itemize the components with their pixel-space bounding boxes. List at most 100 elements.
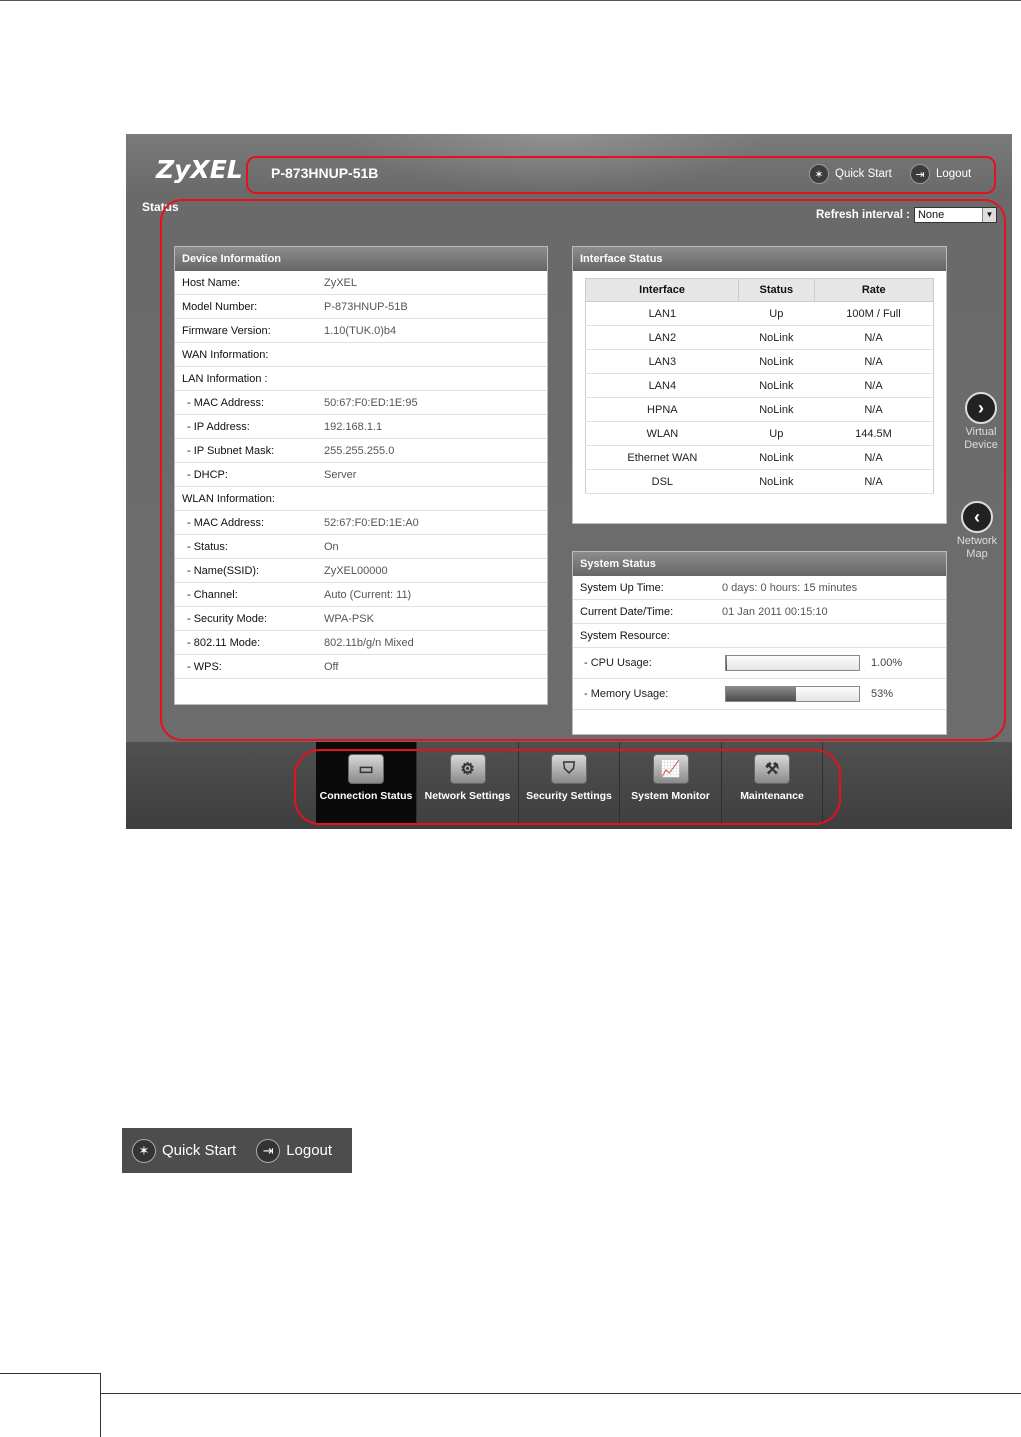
inset-quick-start[interactable]: ✶ Quick Start bbox=[132, 1138, 237, 1163]
table-row: LAN1 Up 100M / Full bbox=[585, 301, 934, 326]
table-cell: N/A bbox=[814, 325, 934, 350]
zyxel-logo: ZyXEL bbox=[156, 155, 243, 184]
row-label: - Name(SSID): bbox=[187, 564, 260, 577]
model-name: P-873HNUP-51B bbox=[271, 165, 379, 181]
table-row: LAN3 NoLink N/A bbox=[585, 349, 934, 374]
row-value: On bbox=[324, 540, 339, 553]
row-value: Off bbox=[324, 660, 339, 673]
interface-status-panel: Interface Status Interface Status Rate LAN… bbox=[572, 246, 947, 524]
table-row: DSL NoLink N/A bbox=[585, 469, 934, 494]
logout-button[interactable]: ⇥ Logout bbox=[910, 163, 971, 185]
device-info-row: - IP Subnet Mask: 255.255.255.0 bbox=[175, 439, 547, 463]
table-cell: NoLink bbox=[738, 397, 814, 422]
row-label: - Security Mode: bbox=[187, 612, 268, 625]
device-info-row: - DHCP: Server bbox=[175, 463, 547, 487]
memory-usage-row: - Memory Usage: 53% bbox=[573, 679, 946, 710]
row-label: System Up Time: bbox=[580, 581, 664, 594]
column-header: Rate bbox=[813, 278, 934, 302]
row-label: Model Number: bbox=[182, 300, 258, 313]
device-info-row: - Channel: Auto (Current: 11) bbox=[175, 583, 547, 607]
row-label: - Memory Usage: bbox=[584, 688, 669, 700]
memory-usage-value: 53% bbox=[871, 688, 894, 700]
row-value: 1.10(TUK.0)b4 bbox=[324, 324, 397, 337]
table-cell: NoLink bbox=[738, 325, 814, 350]
quick-start-logout-inset: ✶ Quick Start ⇥ Logout bbox=[122, 1128, 352, 1173]
row-value: 255.255.255.0 bbox=[324, 444, 395, 457]
table-row: LAN2 NoLink N/A bbox=[585, 325, 934, 350]
row-value: 802.11b/g/n Mixed bbox=[324, 636, 414, 649]
device-info-row: - IP Address: 192.168.1.1 bbox=[175, 415, 547, 439]
device-info-row: - WPS: Off bbox=[175, 655, 547, 679]
row-label: - MAC Address: bbox=[187, 396, 265, 409]
row-value: Server bbox=[324, 468, 357, 481]
cpu-usage-row: - CPU Usage: 1.00% bbox=[573, 648, 946, 679]
refresh-value: None bbox=[917, 209, 945, 221]
current-datetime-row: Current Date/Time: 01 Jan 2011 00:15:10 bbox=[573, 600, 946, 624]
table-cell: WLAN bbox=[585, 421, 739, 446]
chevron-left-icon: ‹ bbox=[961, 501, 993, 533]
row-value: 01 Jan 2011 00:15:10 bbox=[722, 605, 828, 618]
row-label: - WPS: bbox=[187, 660, 222, 673]
device-info-row: WAN Information: bbox=[175, 343, 547, 367]
logout-icon: ⇥ bbox=[256, 1138, 281, 1163]
table-row: LAN4 NoLink N/A bbox=[585, 373, 934, 398]
device-information-panel: Device Information Host Name: ZyXEL Model … bbox=[174, 246, 548, 705]
row-label: - DHCP: bbox=[187, 468, 228, 481]
table-row: HPNA NoLink N/A bbox=[585, 397, 934, 422]
row-value: 192.168.1.1 bbox=[324, 420, 383, 433]
logout-label: Logout bbox=[936, 168, 972, 180]
row-value: P-873HNUP-51B bbox=[324, 300, 408, 313]
chevron-down-icon: ▼ bbox=[981, 208, 996, 222]
row-label: Host Name: bbox=[182, 276, 241, 289]
device-info-row: Host Name: ZyXEL bbox=[175, 271, 547, 295]
device-info-row: LAN Information : bbox=[175, 367, 547, 391]
system-status-panel: System Status System Up Time: 0 days: 0 … bbox=[572, 551, 947, 735]
device-info-row: - Security Mode: WPA-PSK bbox=[175, 607, 547, 631]
device-info-row: - Status: On bbox=[175, 535, 547, 559]
device-info-row: Firmware Version: 1.10(TUK.0)b4 bbox=[175, 319, 547, 343]
row-label: WAN Information: bbox=[182, 348, 269, 361]
column-header: Status bbox=[738, 278, 815, 302]
row-label: LAN Information : bbox=[182, 372, 268, 385]
device-info-row: Model Number: P-873HNUP-51B bbox=[175, 295, 547, 319]
quick-start-label: Quick Start bbox=[835, 168, 892, 180]
cpu-usage-fill bbox=[726, 656, 728, 670]
cpu-usage-bar bbox=[725, 655, 860, 671]
logout-icon: ⇥ bbox=[910, 164, 930, 184]
system-resource-row: System Resource: bbox=[573, 624, 946, 648]
refresh-interval: Refresh interval : None ▼ bbox=[816, 207, 997, 223]
footer-rule bbox=[0, 1393, 1021, 1394]
virtual-device-button[interactable]: › Virtual Device bbox=[956, 392, 1006, 452]
memory-usage-fill bbox=[726, 687, 797, 701]
inset-logout[interactable]: ⇥ Logout bbox=[256, 1138, 332, 1163]
table-cell: LAN2 bbox=[585, 325, 739, 350]
table-cell: N/A bbox=[814, 469, 934, 494]
device-info-row: - 802.11 Mode: 802.11b/g/n Mixed bbox=[175, 631, 547, 655]
chevron-right-icon: › bbox=[965, 392, 997, 424]
row-label: - CPU Usage: bbox=[584, 657, 652, 669]
cpu-usage-value: 1.00% bbox=[871, 657, 903, 669]
row-label: Current Date/Time: bbox=[580, 605, 674, 618]
refresh-select[interactable]: None ▼ bbox=[913, 207, 997, 223]
table-cell: LAN3 bbox=[585, 349, 739, 374]
inset-quick-start-label: Quick Start bbox=[162, 1142, 237, 1159]
row-value: 50:67:F0:ED:1E:95 bbox=[324, 396, 418, 409]
network-map-button[interactable]: ‹ Network Map bbox=[952, 501, 1002, 561]
quick-start-button[interactable]: ✶ Quick Start bbox=[809, 163, 892, 185]
device-info-row: - MAC Address: 50:67:F0:ED:1E:95 bbox=[175, 391, 547, 415]
row-label: WLAN Information: bbox=[182, 492, 275, 505]
device-info-row: - MAC Address: 52:67:F0:ED:1E:A0 bbox=[175, 511, 547, 535]
table-cell: N/A bbox=[814, 349, 934, 374]
table-cell: N/A bbox=[814, 373, 934, 398]
virtual-device-label-2: Device bbox=[964, 439, 998, 451]
row-value: 52:67:F0:ED:1E:A0 bbox=[324, 516, 419, 529]
device-info-row: WLAN Information: bbox=[175, 487, 547, 511]
table-cell: LAN1 bbox=[585, 301, 739, 326]
row-label: - Status: bbox=[187, 540, 228, 553]
row-label: - Channel: bbox=[187, 588, 238, 601]
panel-title: Interface Status bbox=[573, 247, 946, 271]
page-top-rule bbox=[0, 0, 1021, 1]
row-label: - IP Subnet Mask: bbox=[187, 444, 275, 457]
table-row: Ethernet WAN NoLink N/A bbox=[585, 445, 934, 470]
table-cell: N/A bbox=[814, 397, 934, 422]
